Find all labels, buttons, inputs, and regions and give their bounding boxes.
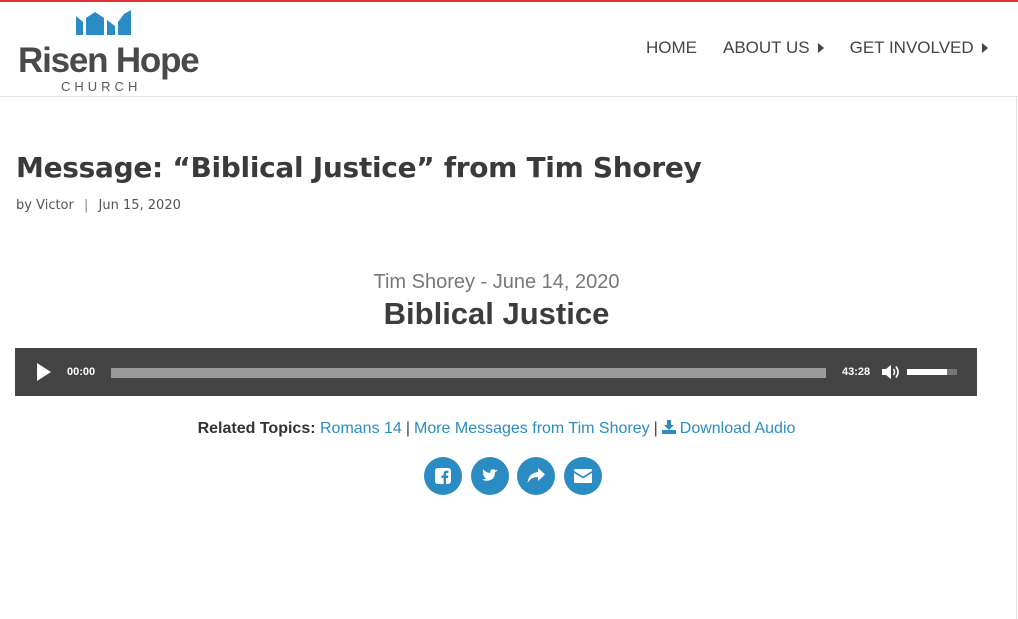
volume-level	[907, 369, 947, 375]
post-date: Jun 15, 2020	[98, 198, 181, 213]
share-icon	[527, 468, 545, 483]
caret-right-icon	[981, 43, 988, 53]
email-share-button[interactable]	[563, 457, 602, 495]
email-icon	[573, 469, 592, 483]
nav-item-label: ABOUT US	[723, 38, 810, 57]
logo-crown-icon	[76, 10, 131, 35]
duration: 43:28	[842, 366, 871, 378]
download-audio-link[interactable]: Download Audio	[661, 420, 796, 437]
nav-item-home[interactable]: HOME	[646, 38, 697, 58]
related-topics-label: Related Topics:	[197, 420, 316, 437]
audio-player: 00:00 43:28	[15, 348, 977, 396]
twitter-share-button[interactable]	[470, 457, 509, 495]
topics-separator: |	[653, 420, 658, 437]
nav-item-label: HOME	[646, 38, 697, 57]
post-meta: by Victor | Jun 15, 2020	[16, 197, 181, 215]
current-time: 00:00	[67, 366, 96, 378]
volume-icon[interactable]	[881, 362, 901, 382]
share-buttons	[424, 457, 602, 495]
content-divider	[1016, 96, 1017, 619]
site-header: Risen Hope CHURCH HOME ABOUT US GET INVO…	[0, 2, 1018, 97]
by-label: by	[16, 198, 32, 213]
sermon-subtitle: Tim Shorey - June 14, 2020	[373, 271, 620, 293]
author-link[interactable]: Victor	[36, 198, 74, 213]
forward-share-button[interactable]	[517, 457, 555, 495]
play-icon[interactable]	[37, 363, 51, 381]
nav-item-about-us[interactable]: ABOUT US	[723, 38, 824, 58]
facebook-share-button[interactable]	[424, 457, 462, 495]
more-messages-link[interactable]: More Messages from Tim Shorey	[414, 420, 650, 437]
nav-item-label: GET INVOLVED	[849, 38, 974, 57]
main-nav: HOME ABOUT US GET INVOLVED	[646, 37, 988, 59]
topic-link-romans-14[interactable]: Romans 14	[320, 420, 402, 437]
download-audio-label: Download Audio	[679, 420, 796, 437]
caret-right-icon	[817, 43, 824, 53]
meta-separator: |	[84, 198, 89, 213]
twitter-icon	[481, 469, 498, 481]
facebook-icon	[435, 468, 451, 484]
sermon-title: Biblical Justice	[383, 296, 610, 331]
post-title: Message: “Biblical Justice” from Tim Sho…	[16, 151, 702, 184]
topics-separator: |	[405, 420, 410, 437]
download-icon	[661, 420, 676, 434]
nav-item-get-involved[interactable]: GET INVOLVED	[850, 38, 988, 58]
logo-subtitle: CHURCH	[61, 79, 142, 94]
related-topics: Related Topics: Romans 14 | More Messages …	[0, 419, 993, 439]
volume-slider[interactable]	[907, 369, 957, 375]
site-logo[interactable]: Risen Hope CHURCH	[18, 8, 200, 96]
seek-bar[interactable]	[111, 368, 826, 378]
logo-name: Risen Hope	[18, 41, 200, 80]
